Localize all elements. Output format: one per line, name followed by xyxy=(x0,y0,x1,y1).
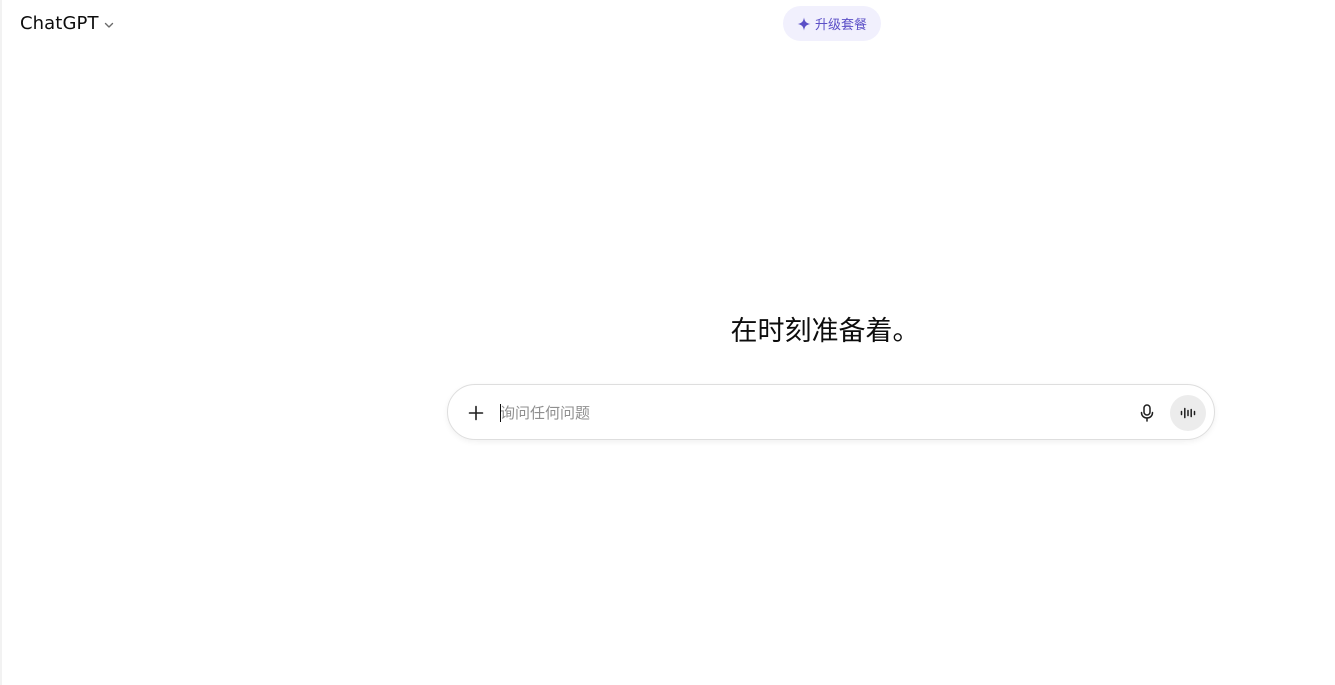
top-bar: ChatGPT 升级套餐 xyxy=(0,0,1335,48)
upgrade-plan-button[interactable]: 升级套餐 xyxy=(783,6,881,41)
plus-icon xyxy=(467,404,485,422)
prompt-input[interactable] xyxy=(500,399,1120,427)
model-switcher-button[interactable]: ChatGPT xyxy=(14,8,121,38)
sparkle-icon xyxy=(797,17,811,31)
microphone-icon xyxy=(1139,404,1155,422)
voice-mode-button[interactable] xyxy=(1170,395,1206,431)
dictate-button[interactable] xyxy=(1132,398,1162,428)
model-name: ChatGPT xyxy=(20,12,99,34)
text-caret xyxy=(500,404,501,422)
page-headline: 在时刻准备着。 xyxy=(730,316,920,347)
sidebar-edge xyxy=(0,0,2,685)
chevron-down-icon xyxy=(103,19,115,31)
voice-waveform-icon xyxy=(1180,406,1196,420)
attach-button[interactable] xyxy=(461,398,491,428)
prompt-composer xyxy=(447,384,1215,440)
upgrade-plan-label: 升级套餐 xyxy=(814,18,867,33)
